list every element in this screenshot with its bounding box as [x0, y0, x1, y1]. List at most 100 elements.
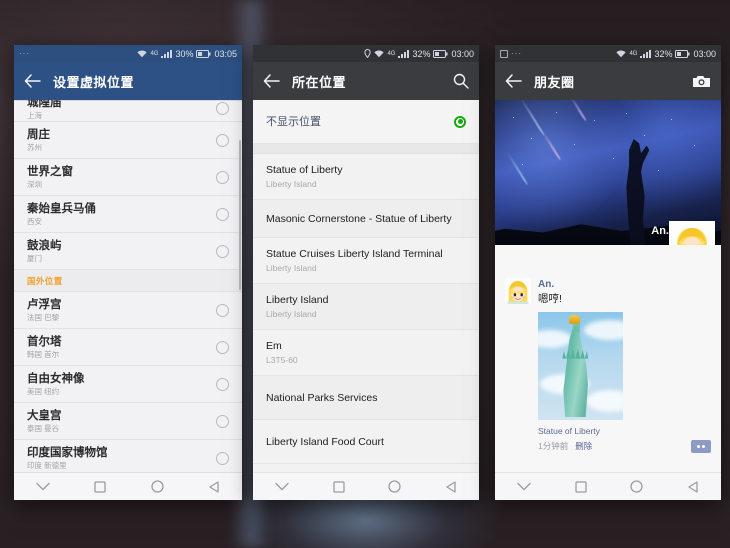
back-arrow-icon[interactable]	[505, 74, 522, 88]
list-item-title: 鼓浪屿	[27, 239, 62, 252]
list-item[interactable]: Statue of Liberty Liberty Island	[253, 154, 479, 200]
list-item[interactable]: 自由女神像 美国 纽约	[14, 366, 242, 403]
radio-button[interactable]	[216, 303, 229, 317]
app-bar: 设置虚拟位置	[14, 62, 242, 100]
list-item[interactable]: Liberty Island Liberty Island	[253, 284, 479, 330]
battery-icon	[196, 49, 211, 58]
cover-username: An.	[651, 225, 669, 237]
list-item[interactable]: Statue Cruises Liberty Island Terminal L…	[253, 238, 479, 284]
virtual-location-list[interactable]: 城隍庙 上海 周庄 苏州 世界之窗 深圳 秦始皇兵马俑 西安 鼓浪屿 厦门 国外…	[14, 100, 242, 472]
back-arrow-icon[interactable]	[263, 74, 280, 88]
network-type-label: 4G	[150, 50, 159, 57]
radio-button-selected[interactable]	[454, 115, 466, 128]
list-separator	[253, 144, 479, 154]
search-icon[interactable]	[453, 73, 469, 89]
post-username[interactable]: An.	[538, 278, 711, 291]
list-item-no-location[interactable]: 不显示位置	[253, 100, 479, 144]
moments-feed[interactable]: An. 嗯哼! Statue of Liberty 1分钟前 删除	[495, 245, 721, 472]
status-bar: ··· 4G 30% 03:05	[14, 45, 242, 62]
list-item[interactable]: National Parks Services	[253, 376, 479, 420]
radio-button[interactable]	[216, 414, 229, 428]
chevron-down-icon[interactable]	[275, 482, 289, 491]
comment-icon[interactable]	[691, 439, 711, 453]
list-item-title: 印度国家博物馆	[27, 446, 108, 459]
radio-button[interactable]	[216, 244, 229, 258]
list-item[interactable]: 秦始皇兵马俑 西安	[14, 196, 242, 233]
list-item-subtitle: 上海	[27, 110, 42, 120]
app-bar: 所在位置	[253, 62, 479, 100]
network-type-label: 4G	[629, 50, 638, 57]
list-item[interactable]: 周庄 苏州	[14, 122, 242, 159]
scrollbar[interactable]	[239, 140, 241, 290]
list-item[interactable]: 城隍庙 上海	[14, 100, 242, 122]
moment-post[interactable]: An. 嗯哼! Statue of Liberty 1分钟前 删除	[495, 278, 721, 453]
triangle-back-icon[interactable]	[445, 480, 457, 493]
list-item-subtitle: 法国 巴黎	[27, 312, 60, 322]
circle-icon[interactable]	[630, 480, 644, 493]
list-item-title: 不显示位置	[266, 115, 321, 128]
clock-label: 03:00	[693, 48, 716, 59]
list-item-title: Liberty Island	[266, 294, 329, 306]
group-header-overseas: 国外位置	[14, 270, 242, 292]
location-icon	[364, 49, 372, 58]
moments-cover-photo[interactable]: An.	[495, 100, 721, 245]
page-title: 朋友圈	[534, 74, 575, 90]
battery-percent-label: 32%	[412, 48, 431, 59]
radio-button[interactable]	[216, 377, 229, 391]
list-item-subtitle: 韩国 首尔	[27, 349, 60, 359]
square-icon[interactable]	[574, 480, 587, 493]
list-item[interactable]: Em L3T5-60	[253, 330, 479, 376]
list-item[interactable]: 印度国家博物馆 印度 新德里	[14, 440, 242, 472]
circle-icon[interactable]	[388, 480, 402, 493]
chevron-down-icon[interactable]	[517, 482, 531, 491]
post-meta: 1分钟前 删除	[538, 439, 711, 453]
avatar[interactable]	[669, 221, 715, 245]
chevron-down-icon[interactable]	[36, 482, 50, 491]
list-item-subtitle: 苏州	[27, 142, 42, 152]
radio-button[interactable]	[216, 133, 229, 147]
list-item[interactable]: 卢浮宫 法国 巴黎	[14, 292, 242, 329]
list-item-title: 卢浮宫	[27, 298, 62, 311]
radio-button[interactable]	[216, 340, 229, 354]
image-icon	[500, 49, 508, 58]
triangle-back-icon[interactable]	[208, 480, 220, 493]
radio-button[interactable]	[216, 101, 229, 115]
signal-icon	[398, 49, 410, 58]
square-icon[interactable]	[94, 480, 107, 493]
list-item-subtitle: 厦门	[27, 253, 42, 263]
list-item[interactable]: Liberty Island Food Court	[253, 420, 479, 464]
post-image[interactable]	[538, 312, 623, 420]
location-list[interactable]: 不显示位置 Statue of Liberty Liberty Island M…	[253, 100, 479, 472]
status-bar: 4G 32% 03:00	[253, 45, 479, 62]
triangle-back-icon[interactable]	[687, 480, 699, 493]
camera-icon[interactable]	[692, 74, 711, 89]
radio-button[interactable]	[216, 451, 229, 465]
back-arrow-icon[interactable]	[24, 74, 41, 88]
avatar[interactable]	[505, 278, 531, 304]
list-item[interactable]: 大皇宫 泰国 曼谷	[14, 403, 242, 440]
list-item-subtitle: 印度 新德里	[27, 460, 67, 470]
status-right: 4G 32% 03:00	[364, 49, 474, 59]
clock-label: 03:00	[451, 48, 474, 59]
list-item-title: 周庄	[27, 128, 50, 141]
circle-icon[interactable]	[150, 480, 164, 493]
wifi-icon	[137, 50, 148, 58]
list-item[interactable]: 鼓浪屿 厦门	[14, 233, 242, 270]
list-item[interactable]: 首尔塔 韩国 首尔	[14, 329, 242, 366]
square-icon[interactable]	[332, 480, 345, 493]
post-location[interactable]: Statue of Liberty	[538, 426, 711, 436]
list-item-title: Liberty Island Food Court	[266, 435, 384, 448]
radio-button[interactable]	[216, 207, 229, 221]
radio-button[interactable]	[216, 170, 229, 184]
status-left: ···	[500, 49, 616, 58]
clock-label: 03:05	[214, 48, 237, 59]
list-item-subtitle: L3T5-60	[266, 355, 298, 365]
delete-button[interactable]: 删除	[575, 440, 592, 452]
system-nav-bar	[253, 472, 479, 500]
list-item[interactable]: Masonic Cornerstone - Statue of Liberty	[253, 200, 479, 238]
list-item-title: 自由女神像	[27, 372, 85, 385]
list-item[interactable]: 世界之窗 深圳	[14, 159, 242, 196]
list-item-subtitle: Liberty Island	[266, 309, 317, 319]
status-left: ···	[19, 49, 137, 58]
network-type-label: 4G	[387, 50, 396, 57]
